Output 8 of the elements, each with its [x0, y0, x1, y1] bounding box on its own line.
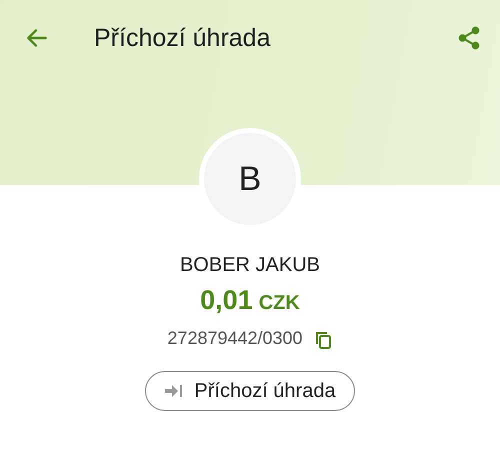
screen-title: Příchozí úhrada	[94, 24, 272, 52]
share-button[interactable]	[456, 25, 482, 51]
incoming-arrow-icon	[164, 384, 184, 398]
amount-value: 0,01	[200, 285, 253, 316]
payer-name: BOBER JAKUB	[180, 254, 320, 277]
currency: CZK	[258, 292, 300, 315]
transaction-type-chip[interactable]: Příchozí úhrada	[145, 371, 355, 411]
account-number: 272879442/0300	[167, 328, 303, 349]
